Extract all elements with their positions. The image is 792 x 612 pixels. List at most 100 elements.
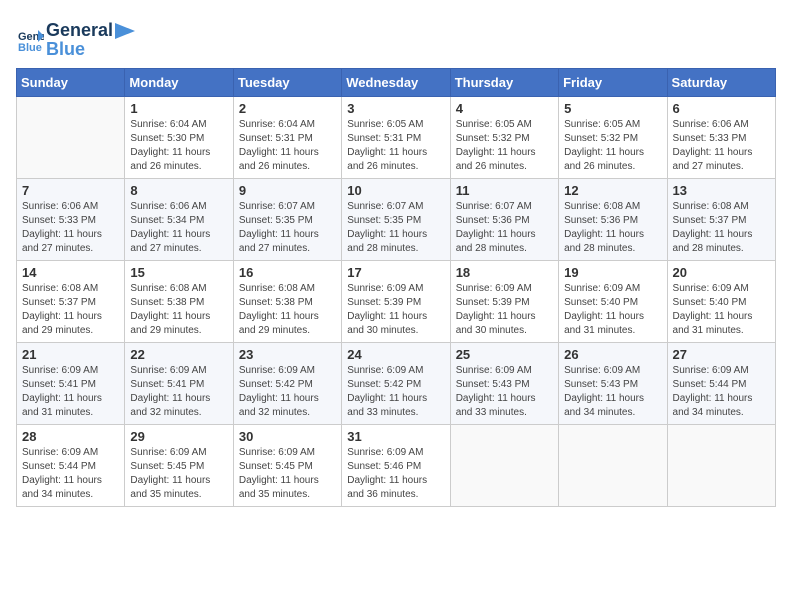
day-info: Sunrise: 6:06 AMSunset: 5:33 PMDaylight:…: [22, 200, 119, 256]
day-number: 31: [347, 429, 444, 444]
day-info: Sunrise: 6:05 AMSunset: 5:32 PMDaylight:…: [564, 118, 661, 174]
logo-arrow-icon: [115, 23, 135, 39]
calendar-cell: 6Sunrise: 6:06 AMSunset: 5:33 PMDaylight…: [667, 97, 775, 179]
logo: General Blue General Blue: [16, 20, 135, 60]
day-number: 24: [347, 347, 444, 362]
day-number: 2: [239, 101, 336, 116]
calendar-cell: 30 Sunrise: 6:09 AMSunset: 5:45 PMDayligh…: [233, 425, 341, 507]
day-info: Sunrise: 6:09 AMSunset: 5:42 PMDaylight:…: [239, 364, 336, 420]
day-number: 20: [673, 265, 770, 280]
day-number: 14: [22, 265, 119, 280]
calendar-cell: [450, 425, 558, 507]
day-number: 22: [130, 347, 227, 362]
weekday-header-row: SundayMondayTuesdayWednesdayThursdayFrid…: [17, 69, 776, 97]
calendar-cell: 5Sunrise: 6:05 AMSunset: 5:32 PMDaylight…: [559, 97, 667, 179]
day-number: 17: [347, 265, 444, 280]
calendar-cell: 7 Sunrise: 6:06 AMSunset: 5:33 PMDaylight…: [17, 179, 125, 261]
calendar-week-row: 7 Sunrise: 6:06 AMSunset: 5:33 PMDaylight…: [17, 179, 776, 261]
day-info: Sunrise: 6:06 AMSunset: 5:34 PMDaylight:…: [130, 200, 227, 256]
day-info: Sunrise: 6:04 AMSunset: 5:30 PMDaylight:…: [130, 118, 227, 174]
day-info: Sunrise: 6:09 AMSunset: 5:41 PMDaylight:…: [130, 364, 227, 420]
day-number: 15: [130, 265, 227, 280]
day-info: Sunrise: 6:09 AMSunset: 5:44 PMDaylight:…: [673, 364, 770, 420]
day-number: 28: [22, 429, 119, 444]
calendar-cell: 18Sunrise: 6:09 AMSunset: 5:39 PMDayligh…: [450, 261, 558, 343]
weekday-header-friday: Friday: [559, 69, 667, 97]
day-number: 21: [22, 347, 119, 362]
calendar-cell: 17 Sunrise: 6:09 AMSunset: 5:39 PMDayligh…: [342, 261, 450, 343]
day-number: 8: [130, 183, 227, 198]
day-number: 11: [456, 183, 553, 198]
calendar-cell: 12 Sunrise: 6:08 AMSunset: 5:36 PMDayligh…: [559, 179, 667, 261]
calendar-cell: 3 Sunrise: 6:05 AMSunset: 5:31 PMDaylight…: [342, 97, 450, 179]
calendar-cell: 21 Sunrise: 6:09 AMSunset: 5:41 PMDayligh…: [17, 343, 125, 425]
day-info: Sunrise: 6:09 AMSunset: 5:45 PMDaylight:…: [239, 446, 336, 502]
calendar-cell: 29 Sunrise: 6:09 AMSunset: 5:45 PMDayligh…: [125, 425, 233, 507]
day-info: Sunrise: 6:09 AMSunset: 5:43 PMDaylight:…: [564, 364, 661, 420]
day-info: Sunrise: 6:09 AMSunset: 5:45 PMDaylight:…: [130, 446, 227, 502]
calendar-cell: 19 Sunrise: 6:09 AMSunset: 5:40 PMDayligh…: [559, 261, 667, 343]
calendar-week-row: 14 Sunrise: 6:08 AMSunset: 5:37 PMDayligh…: [17, 261, 776, 343]
calendar-cell: 22 Sunrise: 6:09 AMSunset: 5:41 PMDayligh…: [125, 343, 233, 425]
calendar-cell: 23 Sunrise: 6:09 AMSunset: 5:42 PMDayligh…: [233, 343, 341, 425]
svg-text:Blue: Blue: [18, 42, 42, 54]
day-info: Sunrise: 6:08 AMSunset: 5:36 PMDaylight:…: [564, 200, 661, 256]
day-info: Sunrise: 6:09 AMSunset: 5:40 PMDaylight:…: [564, 282, 661, 338]
day-number: 13: [673, 183, 770, 198]
day-number: 19: [564, 265, 661, 280]
day-info: Sunrise: 6:05 AMSunset: 5:31 PMDaylight:…: [347, 118, 444, 174]
calendar-cell: 25 Sunrise: 6:09 AMSunset: 5:43 PMDayligh…: [450, 343, 558, 425]
calendar-week-row: 21 Sunrise: 6:09 AMSunset: 5:41 PMDayligh…: [17, 343, 776, 425]
day-number: 25: [456, 347, 553, 362]
day-number: 12: [564, 183, 661, 198]
day-info: Sunrise: 6:09 AMSunset: 5:43 PMDaylight:…: [456, 364, 553, 420]
day-info: Sunrise: 6:09 AMSunset: 5:41 PMDaylight:…: [22, 364, 119, 420]
calendar-cell: 13 Sunrise: 6:08 AMSunset: 5:37 PMDayligh…: [667, 179, 775, 261]
day-number: 1: [130, 101, 227, 116]
calendar-cell: 16Sunrise: 6:08 AMSunset: 5:38 PMDayligh…: [233, 261, 341, 343]
calendar-cell: 10 Sunrise: 6:07 AMSunset: 5:35 PMDayligh…: [342, 179, 450, 261]
day-number: 3: [347, 101, 444, 116]
calendar-cell: 14 Sunrise: 6:08 AMSunset: 5:37 PMDayligh…: [17, 261, 125, 343]
calendar-cell: 26Sunrise: 6:09 AMSunset: 5:43 PMDayligh…: [559, 343, 667, 425]
day-info: Sunrise: 6:09 AMSunset: 5:46 PMDaylight:…: [347, 446, 444, 502]
weekday-header-tuesday: Tuesday: [233, 69, 341, 97]
day-info: Sunrise: 6:08 AMSunset: 5:37 PMDaylight:…: [673, 200, 770, 256]
weekday-header-thursday: Thursday: [450, 69, 558, 97]
calendar-cell: 4 Sunrise: 6:05 AMSunset: 5:32 PMDaylight…: [450, 97, 558, 179]
day-info: Sunrise: 6:05 AMSunset: 5:32 PMDaylight:…: [456, 118, 553, 174]
calendar-cell: 9Sunrise: 6:07 AMSunset: 5:35 PMDaylight…: [233, 179, 341, 261]
day-info: Sunrise: 6:07 AMSunset: 5:36 PMDaylight:…: [456, 200, 553, 256]
day-number: 9: [239, 183, 336, 198]
day-info: Sunrise: 6:08 AMSunset: 5:37 PMDaylight:…: [22, 282, 119, 338]
day-number: 29: [130, 429, 227, 444]
calendar-cell: [17, 97, 125, 179]
day-info: Sunrise: 6:09 AMSunset: 5:42 PMDaylight:…: [347, 364, 444, 420]
calendar-cell: 8 Sunrise: 6:06 AMSunset: 5:34 PMDaylight…: [125, 179, 233, 261]
weekday-header-sunday: Sunday: [17, 69, 125, 97]
day-number: 7: [22, 183, 119, 198]
calendar-cell: 2 Sunrise: 6:04 AMSunset: 5:31 PMDaylight…: [233, 97, 341, 179]
calendar-week-row: 28Sunrise: 6:09 AMSunset: 5:44 PMDayligh…: [17, 425, 776, 507]
weekday-header-saturday: Saturday: [667, 69, 775, 97]
weekday-header-monday: Monday: [125, 69, 233, 97]
day-number: 10: [347, 183, 444, 198]
day-info: Sunrise: 6:09 AMSunset: 5:39 PMDaylight:…: [347, 282, 444, 338]
day-info: Sunrise: 6:08 AMSunset: 5:38 PMDaylight:…: [239, 282, 336, 338]
day-info: Sunrise: 6:09 AMSunset: 5:39 PMDaylight:…: [456, 282, 553, 338]
calendar-cell: 1 Sunrise: 6:04 AMSunset: 5:30 PMDaylight…: [125, 97, 233, 179]
calendar-cell: [667, 425, 775, 507]
day-number: 30: [239, 429, 336, 444]
calendar-cell: 28Sunrise: 6:09 AMSunset: 5:44 PMDayligh…: [17, 425, 125, 507]
day-info: Sunrise: 6:07 AMSunset: 5:35 PMDaylight:…: [347, 200, 444, 256]
calendar-table: SundayMondayTuesdayWednesdayThursdayFrid…: [16, 68, 776, 507]
day-info: Sunrise: 6:08 AMSunset: 5:38 PMDaylight:…: [130, 282, 227, 338]
calendar-cell: 11 Sunrise: 6:07 AMSunset: 5:36 PMDayligh…: [450, 179, 558, 261]
day-info: Sunrise: 6:04 AMSunset: 5:31 PMDaylight:…: [239, 118, 336, 174]
logo-icon: General Blue: [16, 26, 44, 54]
calendar-cell: 27Sunrise: 6:09 AMSunset: 5:44 PMDayligh…: [667, 343, 775, 425]
day-number: 6: [673, 101, 770, 116]
day-number: 23: [239, 347, 336, 362]
calendar-cell: [559, 425, 667, 507]
day-number: 4: [456, 101, 553, 116]
